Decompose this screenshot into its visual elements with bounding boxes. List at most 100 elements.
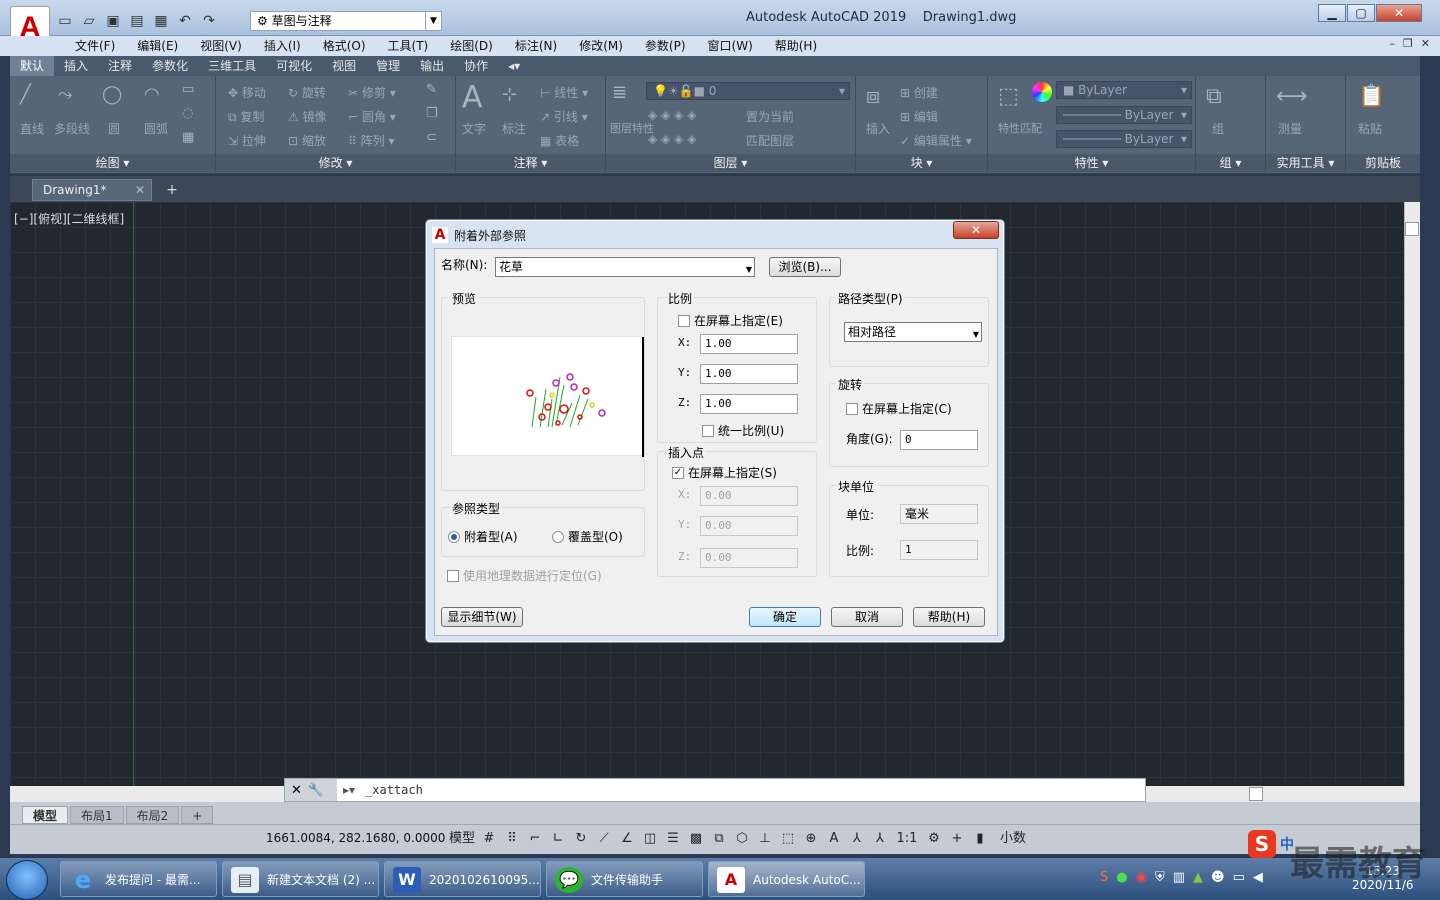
hatch-icon[interactable]: ◌ xyxy=(182,106,193,121)
volume-icon[interactable]: ◀ xyxy=(1253,870,1263,885)
arc-icon[interactable]: ◠ xyxy=(144,84,160,105)
viewport-controls[interactable]: [−][俯视][二维线框] xyxy=(14,210,124,227)
overlay-radio[interactable]: 覆盖型(O) xyxy=(552,528,623,545)
wechat-tray-icon[interactable]: ● xyxy=(1116,870,1127,885)
circle-icon[interactable]: ◯ xyxy=(102,84,122,105)
grid-icon[interactable]: # xyxy=(479,829,499,849)
gear-icon[interactable]: ⚙ xyxy=(924,829,944,849)
horizontal-scroll-thumb[interactable] xyxy=(1249,787,1263,801)
color-combo[interactable]: ■ ByLayer ▾ xyxy=(1056,81,1192,99)
insert-y-input[interactable]: 0.00 xyxy=(700,516,798,536)
line-icon[interactable]: ╱ xyxy=(20,84,31,105)
draw-panel-title[interactable]: 绘图 ▾ xyxy=(10,154,215,172)
units-value[interactable]: 小数 xyxy=(993,829,1033,849)
menu-window[interactable]: 窗口(W) xyxy=(697,36,764,56)
measure-tool[interactable]: 测量 xyxy=(1278,120,1302,137)
groups-panel-title[interactable]: 组 ▾ xyxy=(1196,154,1265,172)
units-icon[interactable]: ▮ xyxy=(970,829,990,849)
snap-icon[interactable]: ⠿ xyxy=(502,829,522,849)
undo-icon[interactable]: ↶ xyxy=(176,12,194,30)
menu-tools[interactable]: 工具(T) xyxy=(377,36,440,56)
auto-scale-icon[interactable]: ⅄ xyxy=(847,829,867,849)
network-icon[interactable]: ▥ xyxy=(1173,870,1185,885)
text-icon[interactable]: A xyxy=(462,80,483,115)
display-icon[interactable]: ▭ xyxy=(1233,870,1245,885)
array-tool[interactable]: ⠿ 阵列 ▾ xyxy=(348,132,394,149)
vertical-scrollbar[interactable] xyxy=(1404,202,1420,786)
circle-tool[interactable]: 圆 xyxy=(108,120,120,137)
tab-parametric[interactable]: 参数化 xyxy=(142,56,198,76)
taskbar-item-word[interactable]: W 2020102610095... xyxy=(384,861,541,897)
ribbon-toggle-icon[interactable]: ◂▾ xyxy=(498,56,530,76)
scale-on-screen-checkbox[interactable]: 在屏幕上指定(E) xyxy=(678,312,783,329)
layers-panel-title[interactable]: 图层 ▾ xyxy=(606,154,855,172)
match-properties-icon[interactable]: ⬚ xyxy=(998,84,1019,109)
tab-default[interactable]: 默认 xyxy=(10,56,55,76)
menu-view[interactable]: 视图(V) xyxy=(189,36,253,56)
add-layout-button[interactable]: + xyxy=(181,806,214,824)
line-tool[interactable]: 直线 xyxy=(20,120,44,137)
name-combo[interactable]: 花草 ▼ xyxy=(495,257,755,277)
doc-minimize-icon[interactable]: – xyxy=(1389,37,1395,50)
command-prompt-icon[interactable]: ▸▾ xyxy=(337,783,355,797)
insert-z-input[interactable]: 0.00 xyxy=(700,548,798,568)
annotation-visibility-icon[interactable]: A xyxy=(824,829,844,849)
save-as-icon[interactable]: ▤ xyxy=(128,12,146,30)
start-button[interactable] xyxy=(6,860,48,900)
linear-tool[interactable]: ⊢ 线性 ▾ xyxy=(540,84,588,101)
edit-attribute-tool[interactable]: ✓ 编辑属性 ▾ xyxy=(900,132,972,149)
scale-x-input[interactable]: 1.00 xyxy=(700,334,798,354)
menu-dimension[interactable]: 标注(N) xyxy=(504,36,568,56)
tab-view[interactable]: 视图 xyxy=(322,56,366,76)
object-snap-icon[interactable]: ◫ xyxy=(640,829,660,849)
tab-collaborate[interactable]: 协作 xyxy=(454,56,498,76)
move-tool[interactable]: ✥ 移动 xyxy=(228,84,266,101)
attach-radio[interactable]: 附着型(A) xyxy=(448,528,518,545)
table-tool[interactable]: ▦ 表格 xyxy=(540,132,579,149)
modify-panel-title[interactable]: 修改 ▾ xyxy=(216,154,455,172)
leader-tool[interactable]: ↗ 引线 ▾ xyxy=(540,108,588,125)
menu-draw[interactable]: 绘图(D) xyxy=(439,36,504,56)
tab-insert[interactable]: 插入 xyxy=(54,56,98,76)
group-icon[interactable]: ⧉ xyxy=(1206,84,1222,109)
trim-tool[interactable]: ✂ 修剪 ▾ xyxy=(348,84,396,101)
layer-properties-icon[interactable]: ≣ xyxy=(612,82,627,103)
group-tool[interactable]: 组 xyxy=(1212,120,1224,137)
new-file-icon[interactable]: ▭ xyxy=(56,12,74,30)
mirror-tool[interactable]: ⚠ 镜像 xyxy=(288,108,327,125)
dynamic-ucs-icon[interactable]: ⊥ xyxy=(755,829,775,849)
selection-cycling-icon[interactable]: ⧉ xyxy=(709,829,729,849)
save-icon[interactable]: ▣ xyxy=(104,12,122,30)
sogou-tray-icon[interactable]: S xyxy=(1100,870,1108,885)
menu-file[interactable]: 文件(F) xyxy=(64,36,126,56)
print-icon[interactable]: ▦ xyxy=(152,12,170,30)
annotation-panel-title[interactable]: 注释 ▾ xyxy=(456,154,605,172)
angle-input[interactable]: 0 xyxy=(900,430,978,450)
command-input[interactable]: _xattach xyxy=(355,783,423,797)
erase-icon[interactable]: ✎ xyxy=(426,82,437,97)
taskbar-item-wechat[interactable]: 💬 文件传输助手 xyxy=(546,861,703,897)
paste-tool[interactable]: 粘贴 xyxy=(1358,120,1382,137)
3d-osnap-icon[interactable]: ⬡ xyxy=(732,829,752,849)
rotation-on-screen-checkbox[interactable]: 在屏幕上指定(C) xyxy=(846,400,952,417)
redo-icon[interactable]: ↷ xyxy=(200,12,218,30)
help-button[interactable]: 帮助(H) xyxy=(913,607,985,627)
rectangle-icon[interactable]: ▭ xyxy=(182,82,194,97)
paste-icon[interactable]: 📋 xyxy=(1358,84,1385,109)
close-icon[interactable]: ✕ xyxy=(291,783,302,798)
taskbar-item-autocad[interactable]: A Autodesk AutoC... xyxy=(708,861,865,897)
arc-tool[interactable]: 圆弧 xyxy=(144,120,168,137)
scale-tool[interactable]: ⊡ 缩放 xyxy=(288,132,326,149)
cancel-button[interactable]: 取消 xyxy=(831,607,903,627)
close-window-button[interactable]: ✕ xyxy=(1376,4,1422,22)
rotate-tool[interactable]: ↻ 旋转 xyxy=(288,84,326,101)
scale-y-input[interactable]: 1.00 xyxy=(700,364,798,384)
create-block-tool[interactable]: ⊞ 创建 xyxy=(900,84,938,101)
maximize-button[interactable]: ▢ xyxy=(1347,4,1375,22)
menu-help[interactable]: 帮助(H) xyxy=(764,36,828,56)
linetype-combo[interactable]: ──────── ByLayer ▾ xyxy=(1056,106,1192,124)
tab-layout2[interactable]: 布局2 xyxy=(125,806,180,824)
layer-tools-row2[interactable]: ◈ ◈ ◈ ◈ xyxy=(648,132,696,146)
dialog-close-button[interactable]: ✕ xyxy=(953,221,999,239)
tab-layout1[interactable]: 布局1 xyxy=(70,806,124,824)
